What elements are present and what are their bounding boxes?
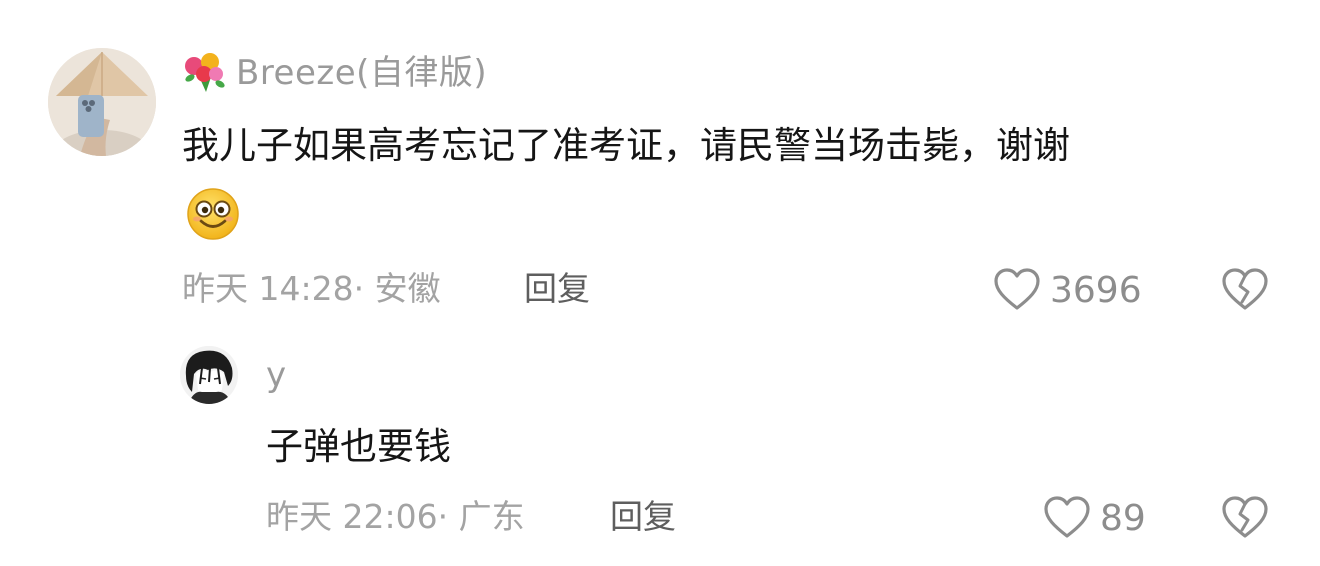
reply-timestamp: 昨天 22:06 (266, 497, 438, 536)
comment-text: 我儿子如果高考忘记了准考证，请民警当场击毙，谢谢 (182, 124, 1070, 167)
broken-heart-icon[interactable] (1220, 266, 1270, 316)
smiley-face-icon (186, 187, 240, 241)
flower-bouquet-icon (182, 52, 226, 94)
comment-time: 昨天 14:28· 安徽 (182, 272, 441, 305)
replier-username[interactable]: y (266, 358, 287, 392)
heart-outline-icon (992, 266, 1042, 316)
comment-reply-button[interactable]: 回复 (524, 272, 590, 305)
comment-like-count: 3696 (1050, 270, 1142, 311)
comment-like-button[interactable]: 3696 (992, 266, 1142, 316)
reply-text: 子弹也要钱 (266, 425, 451, 468)
reply-reply-button[interactable]: 回复 (610, 500, 676, 533)
broken-heart-icon[interactable] (1220, 494, 1270, 544)
commenter-avatar[interactable] (48, 48, 156, 156)
heart-outline-icon (1042, 494, 1092, 544)
comment-location: · 安徽 (353, 269, 441, 308)
reply-like-count: 89 (1100, 498, 1146, 539)
reply-like-button[interactable]: 89 (1042, 494, 1146, 544)
replier-avatar[interactable] (180, 346, 238, 404)
reply-time: 昨天 22:06· 广东 (266, 500, 525, 533)
reply-location: · 广东 (437, 497, 525, 536)
commenter-username[interactable]: Breeze(自律版) (236, 56, 487, 90)
comment-timestamp: 昨天 14:28 (182, 269, 354, 308)
